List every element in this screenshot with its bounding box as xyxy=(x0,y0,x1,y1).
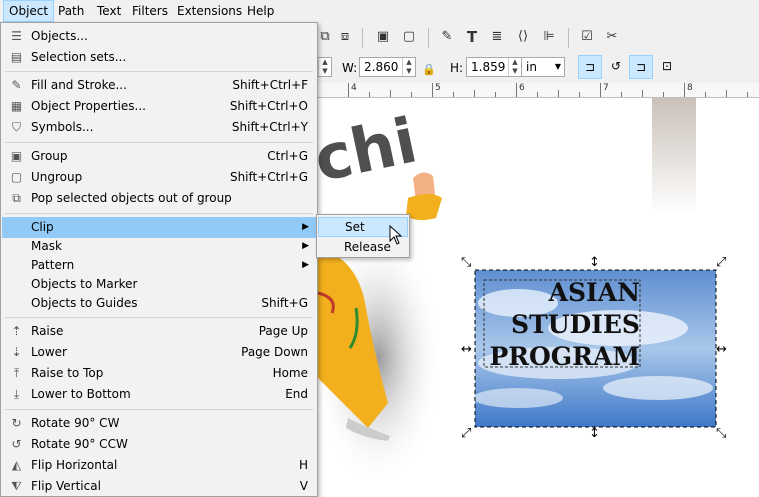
menu-item-group[interactable]: ▣ Group Ctrl+G xyxy=(2,146,316,167)
x-field-fragment[interactable]: ▲ ▼ xyxy=(318,57,332,77)
preferences-icon[interactable]: ✂ xyxy=(603,28,621,46)
drawing-canvas[interactable]: chi ASIAN STUDIES PROGRAM ⤡ ↕ ⤢ ↔ ↔ ⤢ ↕ … xyxy=(318,98,759,497)
asian-studies-banner[interactable]: ASIAN STUDIES PROGRAM xyxy=(473,270,716,427)
h-label: H: xyxy=(450,61,464,75)
align-distribute-icon[interactable]: ⊫ xyxy=(540,28,558,46)
objects-icon: ☰ xyxy=(11,29,22,43)
resize-handle-s[interactable]: ↕ xyxy=(589,427,600,440)
height-spinner[interactable]: ▲ ▼ xyxy=(508,58,521,76)
layers-icon[interactable]: ≣ xyxy=(488,28,506,46)
lower-icon: ⇣ xyxy=(11,345,22,359)
menu-item-mask[interactable]: Mask ▶ xyxy=(2,236,316,257)
xml-editor-icon[interactable]: ⟨⟩ xyxy=(514,28,532,46)
resize-handle-e[interactable]: ↔ xyxy=(716,343,727,356)
ungroup-toolbar-icon[interactable]: ▢ xyxy=(400,28,418,46)
menu-item-ungroup[interactable]: ▢ Ungroup Shift+Ctrl+G xyxy=(2,167,316,188)
object-menu: ☰ Objects... ▤ Selection sets... ✎ Fill and… xyxy=(0,22,318,497)
move-patterns-toggle[interactable]: ⊡ xyxy=(655,55,679,79)
width-value: 2.860 xyxy=(364,60,399,74)
ruler-mark: 7 xyxy=(603,83,609,93)
menu-item-fill-stroke[interactable]: ✎ Fill and Stroke... Shift+Ctrl+F xyxy=(2,75,316,96)
unit-select[interactable]: in ▼ xyxy=(521,57,565,77)
menu-item-raise-to-top[interactable]: ⤒ Raise to Top Home xyxy=(2,363,316,384)
submenu-arrow-icon: ▶ xyxy=(302,222,309,232)
ungroup-icon: ▢ xyxy=(10,170,23,184)
resize-handle-nw[interactable]: ⤡ xyxy=(461,256,471,269)
w-label: W: xyxy=(342,61,358,75)
width-spinner[interactable]: ▲ ▼ xyxy=(402,58,415,76)
gradient-pillar[interactable] xyxy=(652,98,696,214)
width-field[interactable]: 2.860 ▲ ▼ xyxy=(359,57,416,77)
menu-item-lower[interactable]: ⇣ Lower Page Down xyxy=(2,342,316,363)
ruler-mark: 6 xyxy=(519,83,525,93)
menu-item-pattern[interactable]: Pattern ▶ xyxy=(2,255,316,276)
flip-horizontal-icon: ◭ xyxy=(11,458,22,472)
submenu-arrow-icon: ▶ xyxy=(302,241,309,251)
lower-bottom-icon: ⤓ xyxy=(13,387,20,401)
menu-item-pop-out[interactable]: ⧉ Pop selected objects out of group xyxy=(2,188,316,209)
canvas-artwork: chi ASIAN STUDIES PROGRAM xyxy=(318,98,717,488)
menu-item-flip-horizontal[interactable]: ◭ Flip Horizontal H xyxy=(2,455,316,476)
ruler-mark: 5 xyxy=(435,83,441,93)
chevron-down-icon: ▼ xyxy=(554,62,561,71)
mouse-cursor-icon xyxy=(389,225,403,245)
banner-line-1: ASIAN xyxy=(548,278,640,307)
menu-object[interactable]: Object xyxy=(3,0,55,22)
pop-out-icon: ⧉ xyxy=(12,191,21,205)
object-properties-icon: ▦ xyxy=(10,99,23,113)
banner-line-2: STUDIES xyxy=(511,310,640,339)
clone-icon[interactable]: ⧉ xyxy=(316,28,334,46)
menu-item-rotate-ccw[interactable]: ↺ Rotate 90° CCW xyxy=(2,434,316,455)
raise-icon: ⇡ xyxy=(11,324,22,338)
menu-item-object-properties[interactable]: ▦ Object Properties... Shift+Ctrl+O xyxy=(2,96,316,117)
move-gradients-toggle[interactable]: ⊐ xyxy=(629,55,653,79)
menu-filters[interactable]: Filters xyxy=(127,0,173,22)
fill-stroke-icon: ✎ xyxy=(11,78,22,92)
height-value: 1.859 xyxy=(471,60,506,74)
height-field[interactable]: 1.859 ▲ ▼ xyxy=(466,57,522,77)
menu-item-selection-sets[interactable]: ▤ Selection sets... xyxy=(2,47,316,68)
scale-stroke-toggle[interactable]: ⊐ xyxy=(578,55,602,79)
menu-text[interactable]: Text xyxy=(92,0,126,22)
menu-item-symbols[interactable]: ⛉ Symbols... Shift+Ctrl+Y xyxy=(2,117,316,138)
menu-item-objects-to-guides[interactable]: Objects to Guides Shift+G xyxy=(2,293,316,314)
menu-item-lower-to-bottom[interactable]: ⤓ Lower to Bottom End xyxy=(2,384,316,405)
resize-handle-se[interactable]: ⤡ xyxy=(716,427,726,440)
menu-item-objects[interactable]: ☰ Objects... xyxy=(2,26,316,47)
menubar: Object Path Text Filters Extensions Help xyxy=(0,0,759,22)
horizontal-ruler: 4 5 6 7 8 xyxy=(318,83,759,98)
menu-item-rotate-cw[interactable]: ↻ Rotate 90° CW xyxy=(2,413,316,434)
text-font-icon[interactable]: T xyxy=(463,28,481,46)
group-icon: ▣ xyxy=(10,149,23,163)
menu-path[interactable]: Path xyxy=(53,0,89,22)
scale-corners-toggle[interactable]: ↺ xyxy=(604,55,628,79)
resize-handle-n[interactable]: ↕ xyxy=(589,256,600,269)
rotate-ccw-icon: ↺ xyxy=(11,437,22,451)
menu-item-clip[interactable]: Clip ▶ xyxy=(2,217,316,238)
group-toolbar-icon[interactable]: ▣ xyxy=(374,28,392,46)
menu-help[interactable]: Help xyxy=(242,0,279,22)
selection-sets-icon: ▤ xyxy=(10,50,23,64)
ruler-mark: 8 xyxy=(687,83,693,93)
unit-value: in xyxy=(526,60,537,74)
document-properties-icon[interactable]: ☑ xyxy=(578,28,596,46)
resize-handle-sw[interactable]: ⤢ xyxy=(461,427,471,440)
resize-handle-w[interactable]: ↔ xyxy=(461,343,472,356)
lock-icon[interactable]: 🔒 xyxy=(420,61,438,79)
menu-extensions[interactable]: Extensions xyxy=(172,0,247,22)
raise-top-icon: ⤒ xyxy=(13,366,20,380)
fill-stroke-toolbar-icon[interactable]: ✎ xyxy=(438,28,456,46)
ruler-mark: 4 xyxy=(351,83,357,93)
duplicate-icon[interactable]: ⧈ xyxy=(336,28,354,46)
resize-handle-ne[interactable]: ⤢ xyxy=(716,256,726,269)
rotate-cw-icon: ↻ xyxy=(11,416,22,430)
flip-vertical-icon: ⧨ xyxy=(11,479,22,493)
menu-item-objects-to-marker[interactable]: Objects to Marker xyxy=(2,274,316,295)
menu-item-raise[interactable]: ⇡ Raise Page Up xyxy=(2,321,316,342)
submenu-arrow-icon: ▶ xyxy=(302,260,309,270)
symbols-icon: ⛉ xyxy=(11,120,21,134)
menu-item-flip-vertical[interactable]: ⧨ Flip Vertical V xyxy=(2,476,316,497)
